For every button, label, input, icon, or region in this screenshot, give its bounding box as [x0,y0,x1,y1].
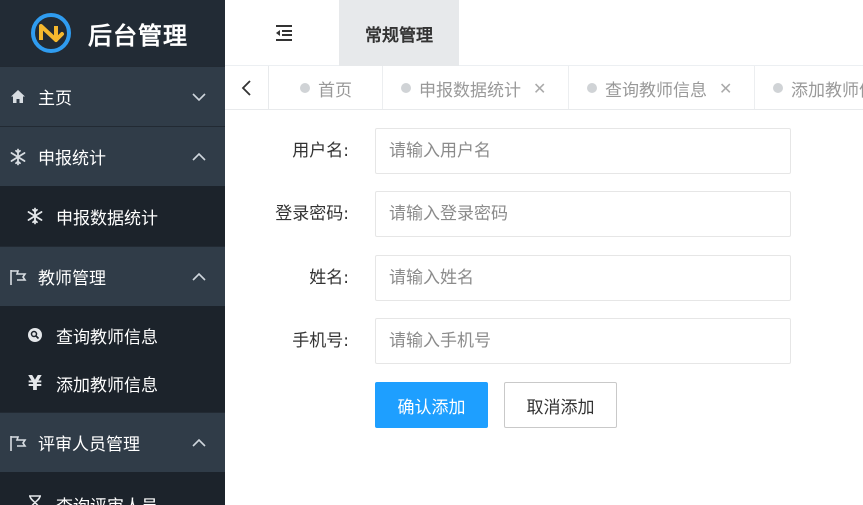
add-teacher-form: 用户名: 登录密码: 姓名: 手机号: 确认添加 取消添加 [225,110,863,505]
username-input[interactable] [375,128,791,174]
sidebar-group-label: 评审人员管理 [38,435,140,455]
page-tabs: 首页 申报数据统计 ✕ 查询教师信息 ✕ 添加教师信息 [225,66,863,110]
sidebar-item-report-data-stats[interactable]: 申报数据统计 [0,186,225,246]
sidebar-item-query-reviewer[interactable]: 查询评审人员 [0,480,225,505]
submenu-reviewer-management: 查询评审人员 [0,472,225,505]
sidebar-item-label: 添加教师信息 [56,375,158,396]
snowflake-icon [8,147,28,167]
home-icon [8,87,28,107]
logo-icon [31,13,71,53]
sidebar-item-label: 查询评审人员 [56,492,158,505]
password-label: 登录密码: [275,204,349,224]
chevron-left-icon [241,80,251,96]
sidebar-group-label: 主页 [38,89,72,109]
top-bar: 常规管理 [225,0,863,66]
sidebar-group-home[interactable]: 主页 [0,66,225,126]
username-label: 用户名: [292,141,349,161]
form-row-phone: 手机号: [225,318,863,364]
cancel-add-button[interactable]: 取消添加 [504,382,617,428]
form-row-username: 用户名: [225,128,863,174]
sidebar-group-label: 教师管理 [38,269,106,289]
submenu-report-stats: 申报数据统计 [0,186,225,246]
confirm-add-button[interactable]: 确认添加 [375,382,488,428]
sidebar-item-add-teacher[interactable]: ¥ 添加教师信息 [0,359,225,407]
app-logo[interactable]: 后台管理 [0,0,225,66]
yen-icon: ¥ [28,371,42,395]
sidebar-group-report-stats[interactable]: 申报统计 [0,126,225,186]
flag-icon [8,433,28,453]
tab-report-data-stats[interactable]: 申报数据统计 ✕ [383,66,569,109]
close-icon[interactable]: ✕ [533,79,546,98]
flag-icon [8,267,28,287]
chevron-up-icon [192,152,206,161]
password-input[interactable] [375,191,791,237]
tab-label: 添加教师信息 [791,80,863,101]
chevron-up-icon [192,438,206,447]
tab-dot [300,83,310,93]
tab-dot [587,83,597,93]
sidebar: 后台管理 主页 申报统计 申报数据统计 教师管理 查询教师信息 ¥ 添加教师信息… [0,0,225,505]
tab-scroll-left-button[interactable] [225,66,269,109]
name-input[interactable] [375,255,791,301]
close-icon[interactable]: ✕ [719,79,732,98]
sidebar-item-query-teacher[interactable]: 查询教师信息 [0,311,225,359]
tab-dot [401,83,411,93]
form-row-password: 登录密码: [225,191,863,237]
indent-icon[interactable] [273,22,295,44]
search-circle-icon [26,326,44,344]
phone-label: 手机号: [292,331,349,351]
submenu-teacher-management: 查询教师信息 ¥ 添加教师信息 [0,306,225,412]
tab-home[interactable]: 首页 [270,66,383,109]
sidebar-group-reviewer-management[interactable]: 评审人员管理 [0,412,225,472]
phone-input[interactable] [375,318,791,364]
chevron-down-icon [192,93,206,102]
app-title: 后台管理 [88,21,188,50]
hourglass-icon [26,495,44,505]
sidebar-item-label: 申报数据统计 [56,208,158,229]
sidebar-group-teacher-management[interactable]: 教师管理 [0,246,225,306]
sidebar-item-label: 查询教师信息 [56,327,158,348]
form-row-name: 姓名: [225,255,863,301]
tab-dot [773,83,783,93]
tab-label: 申报数据统计 [419,80,521,101]
chevron-up-icon [192,272,206,281]
tab-add-teacher[interactable]: 添加教师信息 [755,66,863,109]
sidebar-group-label: 申报统计 [38,149,106,169]
tab-label: 首页 [318,80,352,101]
name-label: 姓名: [309,268,349,288]
snowflake-icon [26,207,44,225]
tab-query-teacher[interactable]: 查询教师信息 ✕ [569,66,755,109]
tab-general-management[interactable]: 常规管理 [339,0,459,66]
tab-label: 查询教师信息 [605,80,707,101]
